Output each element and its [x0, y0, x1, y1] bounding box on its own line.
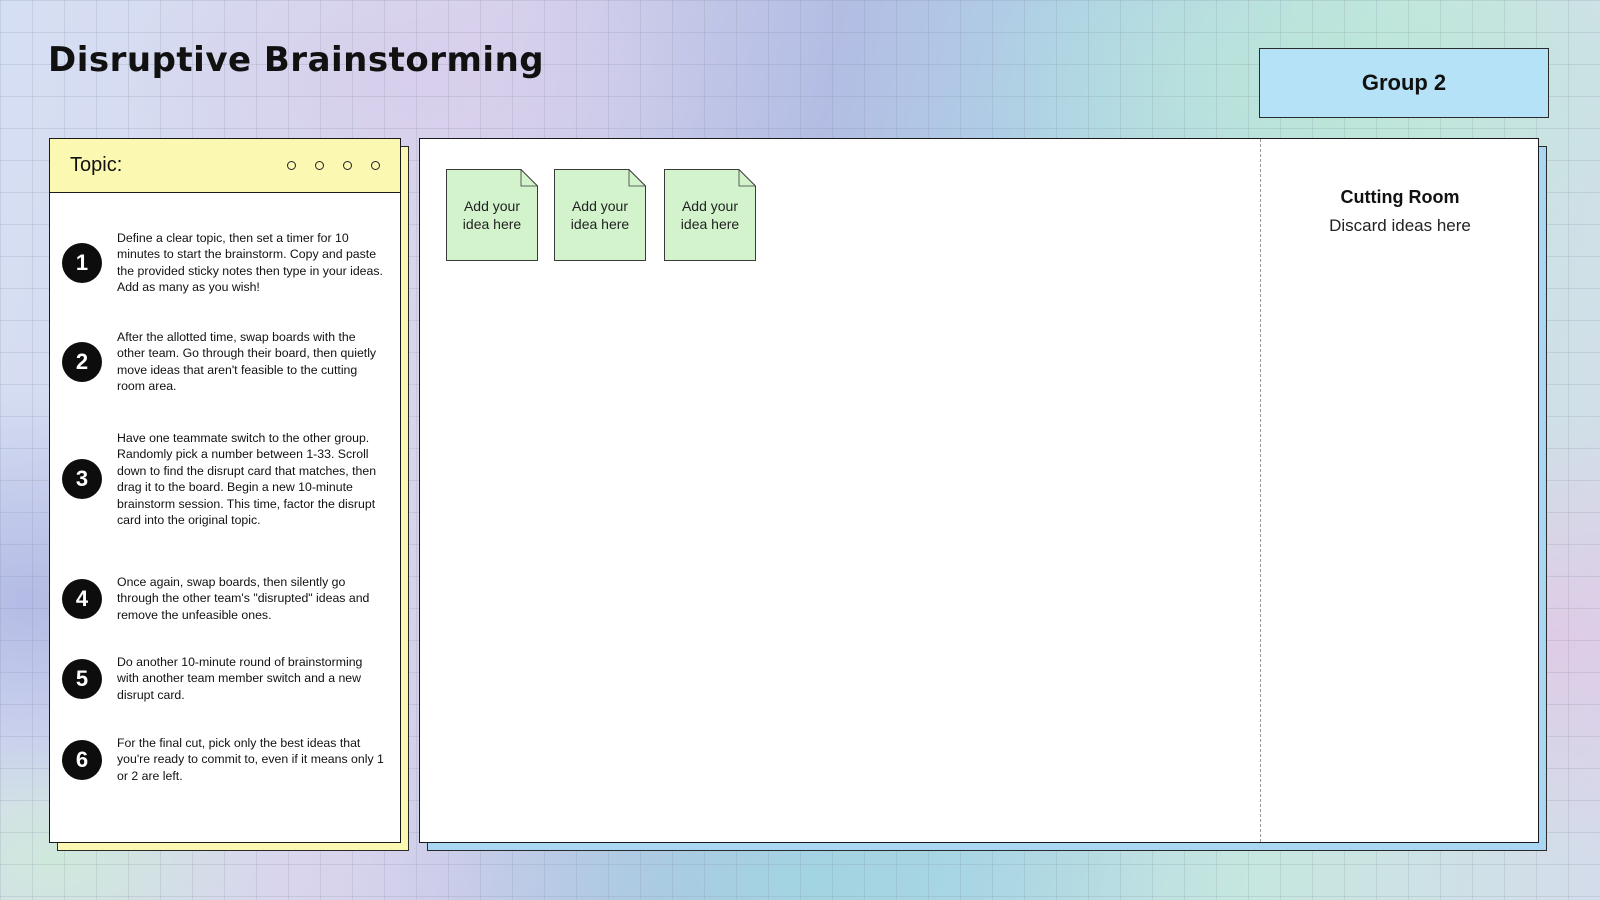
sticky-note[interactable]: Add your idea here — [664, 169, 756, 261]
step-number-badge: 2 — [62, 341, 102, 382]
group-label: Group 2 — [1361, 70, 1447, 95]
instruction-step-2: 2 After the allotted time, swap boards w… — [62, 329, 390, 395]
step-number-badge: 3 — [62, 459, 102, 500]
step-text: For the final cut, pick only the best id… — [117, 736, 384, 783]
sticky-note[interactable]: Add your idea here — [446, 169, 538, 261]
brainstorm-board[interactable]: Add your idea here Add your idea here Ad… — [419, 138, 1539, 843]
cutting-room-divider — [1260, 139, 1261, 842]
instruction-step-3: 3 Have one teammate switch to the other … — [62, 430, 390, 528]
sticky-note-text[interactable]: Add your idea here — [446, 169, 538, 261]
instruction-step-1: 1 Define a clear topic, then set a timer… — [62, 230, 390, 296]
step-text: Do another 10-minute round of brainstorm… — [117, 655, 363, 702]
group-label-box[interactable]: Group 2 — [1259, 48, 1549, 118]
dot-icon — [343, 161, 352, 170]
dot-icon — [371, 161, 380, 170]
page-title: Disruptive Brainstorming — [48, 40, 545, 80]
sticky-note-text[interactable]: Add your idea here — [664, 169, 756, 261]
step-number-badge: 6 — [62, 739, 102, 780]
instruction-step-6: 6 For the final cut, pick only the best … — [62, 735, 390, 784]
sticky-note-text[interactable]: Add your idea here — [554, 169, 646, 261]
step-number-badge: 5 — [62, 658, 102, 699]
topic-header[interactable]: Topic: — [50, 139, 400, 193]
step-text: Once again, swap boards, then silently g… — [117, 575, 370, 622]
dot-icon — [287, 161, 296, 170]
topic-label: Topic: — [70, 154, 123, 176]
cutting-room-title: Cutting Room — [1340, 187, 1460, 207]
step-text: After the allotted time, swap boards wit… — [117, 330, 377, 394]
instructions-panel: Topic: 1 Define a clear topic, then set … — [49, 138, 401, 843]
dot-icon — [315, 161, 324, 170]
step-number-badge: 1 — [62, 242, 102, 283]
step-number-badge: 4 — [62, 578, 102, 619]
step-text: Define a clear topic, then set a timer f… — [117, 231, 383, 295]
cutting-room-subtitle: Discard ideas here — [1329, 216, 1471, 235]
instruction-step-4: 4 Once again, swap boards, then silently… — [62, 574, 390, 623]
instruction-step-5: 5 Do another 10-minute round of brainsto… — [62, 654, 390, 703]
sticky-note[interactable]: Add your idea here — [554, 169, 646, 261]
topic-dots — [287, 161, 380, 170]
step-text: Have one teammate switch to the other gr… — [117, 431, 377, 528]
